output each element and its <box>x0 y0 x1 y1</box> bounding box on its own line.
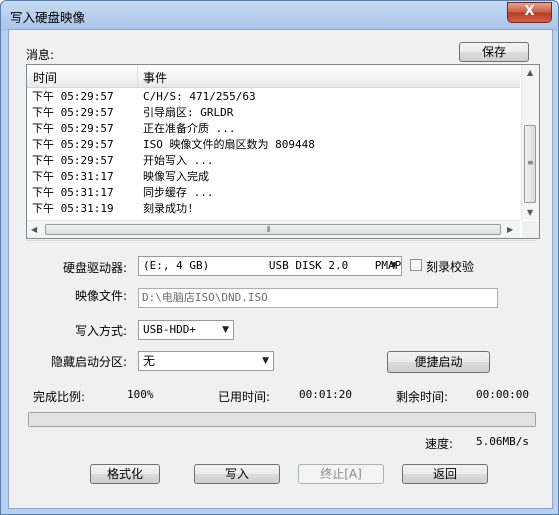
log-row[interactable]: 下午 05:29:57 ISO 映像文件的扇区数为 809448 <box>27 137 520 153</box>
log-time: 下午 05:29:57 <box>32 154 114 167</box>
horizontal-scrollbar[interactable]: ◀ ⦀ ▶ <box>27 220 520 238</box>
drive-label: 硬盘驱动器: <box>63 261 128 275</box>
log-event: 引导扇区: GRLDR <box>143 106 234 119</box>
log-row[interactable]: 下午 05:29:57 C/H/S: 471/255/63 <box>27 89 520 105</box>
save-button[interactable]: 保存 <box>459 42 529 62</box>
chevron-down-icon[interactable]: ▼ <box>222 321 229 339</box>
log-header: 时间 事件 <box>27 65 520 88</box>
scroll-right-arrow-icon[interactable]: ▶ <box>507 225 513 234</box>
complete-ratio-label: 完成比例: <box>33 390 86 404</box>
log-list[interactable]: 时间 事件 下午 05:29:57 C/H/S: 471/255/63 下午 05:… <box>26 64 540 239</box>
log-row[interactable]: 下午 05:31:19 刻录成功! <box>27 201 520 217</box>
verify-checkbox[interactable] <box>410 259 422 271</box>
vertical-scroll-thumb[interactable]: ≡ <box>524 125 536 203</box>
column-divider[interactable] <box>137 65 138 87</box>
complete-ratio-value: 100% <box>127 388 154 401</box>
window-title: 写入硬盘映像 <box>10 10 86 25</box>
progress-bar <box>28 412 536 427</box>
log-row[interactable]: 下午 05:29:57 引导扇区: GRLDR <box>27 105 520 121</box>
dialog-body: 消息: 保存 时间 事件 下午 05:29:57 C/H/S: 471/255/6… <box>8 29 553 509</box>
write-mode-select[interactable]: USB-HDD+ ▼ <box>138 320 234 340</box>
log-time: 下午 05:31:19 <box>32 202 114 215</box>
vertical-scrollbar[interactable]: ▲ ≡ ▼ <box>521 65 539 220</box>
log-row[interactable]: 下午 05:31:17 同步缓存 ... <box>27 185 520 201</box>
chevron-down-icon[interactable]: ▼ <box>262 352 269 370</box>
quick-boot-button[interactable]: 便捷启动 <box>387 351 490 373</box>
log-row[interactable]: 下午 05:29:57 开始写入 ... <box>27 153 520 169</box>
chevron-down-icon[interactable]: ▼ <box>390 257 397 275</box>
log-event: 开始写入 ... <box>143 154 214 167</box>
scroll-down-arrow-icon[interactable]: ▼ <box>527 208 533 217</box>
remaining-time-value: 00:00:00 <box>476 388 529 401</box>
log-row[interactable]: 下午 05:31:17 映像写入完成 <box>27 169 520 185</box>
log-time: 下午 05:29:57 <box>32 106 114 119</box>
speed-value: 5.06MB/s <box>476 435 529 448</box>
column-header-time[interactable]: 时间 <box>33 69 57 86</box>
write-mode-value: USB-HDD+ <box>143 323 196 336</box>
hidden-partition-value: 无 <box>143 354 156 368</box>
write-button[interactable]: 写入 <box>194 464 280 484</box>
horizontal-scroll-thumb[interactable]: ⦀ <box>45 224 501 235</box>
hidden-partition-select[interactable]: 无 ▼ <box>138 351 274 371</box>
divider <box>26 240 536 241</box>
grip-icon: ⦀ <box>267 225 271 234</box>
scroll-left-arrow-icon[interactable]: ◀ <box>31 225 37 234</box>
remaining-time-label: 剩余时间: <box>396 390 449 404</box>
scroll-up-arrow-icon[interactable]: ▲ <box>527 68 533 77</box>
messages-label: 消息: <box>26 48 55 62</box>
elapsed-time-value: 00:01:20 <box>299 388 352 401</box>
log-event: 刻录成功! <box>143 202 194 215</box>
image-file-field[interactable]: D:\电脑店ISO\DND.ISO <box>138 288 498 308</box>
log-time: 下午 05:29:57 <box>32 122 114 135</box>
log-event: C/H/S: 471/255/63 <box>143 90 256 103</box>
log-row[interactable]: 下午 05:29:57 正在准备介质 ... <box>27 121 520 137</box>
close-button[interactable]: X <box>507 2 552 23</box>
title-bar[interactable]: 写入硬盘映像 X <box>1 1 558 29</box>
hidden-partition-label: 隐藏启动分区: <box>51 355 128 369</box>
speed-label: 速度: <box>425 437 454 451</box>
format-button[interactable]: 格式化 <box>90 464 160 484</box>
log-time: 下午 05:31:17 <box>32 170 114 183</box>
elapsed-time-label: 已用时间: <box>218 390 271 404</box>
image-file-label: 映像文件: <box>75 289 128 303</box>
grip-icon: ≡ <box>527 158 534 167</box>
write-mode-label: 写入方式: <box>75 324 128 338</box>
log-event: 映像写入完成 <box>143 170 209 183</box>
log-event: 同步缓存 ... <box>143 186 214 199</box>
verify-label[interactable]: 刻录校验 <box>426 258 474 275</box>
back-button[interactable]: 返回 <box>402 464 488 484</box>
progress-fill <box>29 413 535 426</box>
scroll-corner <box>522 221 539 238</box>
log-time: 下午 05:29:57 <box>32 90 114 103</box>
log-event: 正在准备介质 ... <box>143 122 236 135</box>
log-time: 下午 05:31:17 <box>32 186 114 199</box>
drive-select-value: (E:, 4 GB) USB DISK 2.0 PMAP <box>143 259 402 272</box>
drive-select[interactable]: (E:, 4 GB) USB DISK 2.0 PMAP ▼ <box>138 256 402 276</box>
log-time: 下午 05:29:57 <box>32 138 114 151</box>
log-event: ISO 映像文件的扇区数为 809448 <box>143 138 315 151</box>
stop-button[interactable]: 终止[A] <box>298 464 384 484</box>
write-disk-image-window: 写入硬盘映像 X 消息: 保存 时间 事件 下午 05:29:57 C/H/S: … <box>0 0 559 515</box>
column-header-event[interactable]: 事件 <box>143 69 167 86</box>
